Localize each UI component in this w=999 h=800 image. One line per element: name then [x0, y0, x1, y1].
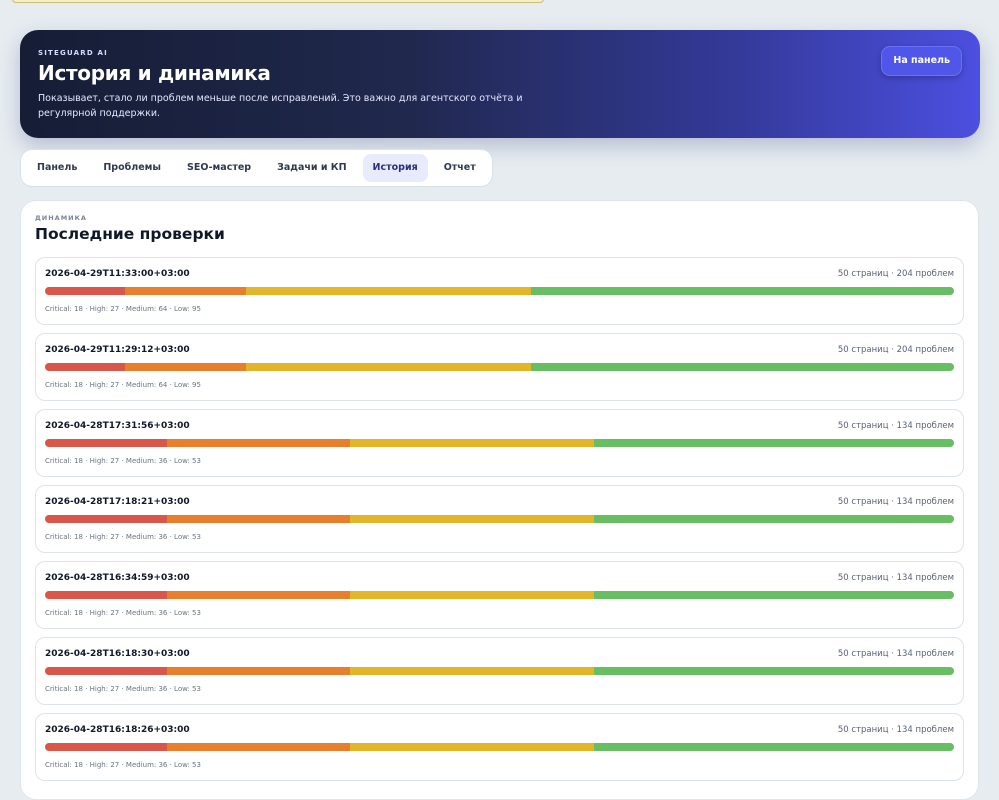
scan-date: 2026-04-29T11:33:00+03:00	[45, 269, 190, 279]
brand-eyebrow: SITEGUARD AI	[38, 49, 108, 57]
scan-summary: 50 страниц · 134 проблем	[837, 573, 954, 583]
scan-header: 2026-04-28T17:31:56+03:00 50 страниц · 13…	[45, 421, 954, 431]
scan-row[interactable]: 2026-04-28T16:18:30+03:00 50 страниц · 13…	[35, 637, 964, 705]
severity-segment-critical	[45, 515, 168, 523]
severity-bar	[45, 667, 954, 675]
scan-summary: 50 страниц · 134 проблем	[837, 649, 954, 659]
section-title: Последние проверки	[35, 225, 225, 243]
section-eyebrow: ДИНАМИКА	[35, 214, 87, 222]
scan-row[interactable]: 2026-04-29T11:29:12+03:00 50 страниц · 20…	[35, 333, 964, 401]
severity-segment-high	[167, 667, 351, 675]
severity-segment-critical	[45, 667, 168, 675]
severity-segment-critical	[45, 439, 168, 447]
severity-segment-high	[125, 287, 246, 295]
severity-segment-low	[530, 363, 954, 371]
severity-segment-critical	[45, 287, 126, 295]
severity-segment-high	[167, 591, 351, 599]
scan-date: 2026-04-29T11:29:12+03:00	[45, 345, 190, 355]
severity-segment-low	[594, 743, 954, 751]
scan-row[interactable]: 2026-04-29T11:33:00+03:00 50 страниц · 20…	[35, 257, 964, 325]
severity-segment-high	[167, 743, 351, 751]
severity-segment-low	[594, 439, 954, 447]
scan-date: 2026-04-28T16:18:30+03:00	[45, 649, 190, 659]
scan-date: 2026-04-28T17:31:56+03:00	[45, 421, 190, 431]
scan-date: 2026-04-28T17:18:21+03:00	[45, 497, 190, 507]
severity-bar	[45, 743, 954, 751]
severity-segment-critical	[45, 363, 126, 371]
top-notice-strip	[12, 0, 544, 3]
severity-counts: Critical: 18 · High: 27 · Medium: 64 · L…	[45, 305, 201, 313]
severity-segment-high	[167, 515, 351, 523]
scan-row[interactable]: 2026-04-28T16:18:26+03:00 50 страниц · 13…	[35, 713, 964, 781]
scan-row[interactable]: 2026-04-28T17:31:56+03:00 50 страниц · 13…	[35, 409, 964, 477]
tab-dashboard[interactable]: Панель	[27, 154, 87, 182]
severity-segment-medium	[350, 591, 595, 599]
tab-seo-wizard[interactable]: SEO-мастер	[177, 154, 261, 182]
page-title: История и динамика	[38, 61, 271, 85]
severity-segment-low	[530, 287, 954, 295]
severity-segment-high	[125, 363, 246, 371]
scan-date: 2026-04-28T16:34:59+03:00	[45, 573, 190, 583]
scan-header: 2026-04-28T17:18:21+03:00 50 страниц · 13…	[45, 497, 954, 507]
severity-bar	[45, 515, 954, 523]
scan-header: 2026-04-28T16:18:30+03:00 50 страниц · 13…	[45, 649, 954, 659]
scan-summary: 50 страниц · 134 проблем	[837, 421, 954, 431]
severity-segment-critical	[45, 591, 168, 599]
scan-header: 2026-04-28T16:34:59+03:00 50 страниц · 13…	[45, 573, 954, 583]
scan-summary: 50 страниц · 134 проблем	[837, 725, 954, 735]
severity-segment-medium	[350, 515, 595, 523]
severity-segment-critical	[45, 743, 168, 751]
tab-bar: Панель Проблемы SEO-мастер Задачи и КП И…	[20, 149, 493, 187]
tab-issues[interactable]: Проблемы	[93, 154, 171, 182]
severity-segment-medium	[245, 287, 531, 295]
severity-counts: Critical: 18 · High: 27 · Medium: 36 · L…	[45, 761, 201, 769]
scan-header: 2026-04-29T11:33:00+03:00 50 страниц · 20…	[45, 269, 954, 279]
severity-segment-medium	[350, 743, 595, 751]
severity-counts: Critical: 18 · High: 27 · Medium: 36 · L…	[45, 457, 201, 465]
tab-history[interactable]: История	[362, 154, 428, 182]
severity-bar	[45, 439, 954, 447]
severity-bar	[45, 363, 954, 371]
severity-segment-medium	[350, 439, 595, 447]
severity-segment-low	[594, 667, 954, 675]
tab-report[interactable]: Отчет	[434, 154, 486, 182]
scan-row[interactable]: 2026-04-28T16:34:59+03:00 50 страниц · 13…	[35, 561, 964, 629]
scan-header: 2026-04-29T11:29:12+03:00 50 страниц · 20…	[45, 345, 954, 355]
severity-counts: Critical: 18 · High: 27 · Medium: 64 · L…	[45, 381, 201, 389]
scan-summary: 50 страниц · 204 проблем	[837, 345, 954, 355]
page-description: Показывает, стало ли проблем меньше посл…	[38, 93, 523, 119]
severity-bar	[45, 287, 954, 295]
severity-segment-low	[594, 515, 954, 523]
severity-counts: Critical: 18 · High: 27 · Medium: 36 · L…	[45, 533, 201, 541]
scan-summary: 50 страниц · 134 проблем	[837, 497, 954, 507]
scan-header: 2026-04-28T16:18:26+03:00 50 страниц · 13…	[45, 725, 954, 735]
scan-row[interactable]: 2026-04-28T17:18:21+03:00 50 страниц · 13…	[35, 485, 964, 553]
severity-bar	[45, 591, 954, 599]
severity-segment-high	[167, 439, 351, 447]
severity-segment-medium	[245, 363, 531, 371]
severity-segment-low	[594, 591, 954, 599]
scan-list: 2026-04-29T11:33:00+03:00 50 страниц · 20…	[35, 257, 964, 781]
severity-counts: Critical: 18 · High: 27 · Medium: 36 · L…	[45, 685, 201, 693]
hero-banner: SITEGUARD AI История и динамика Показыва…	[20, 30, 980, 138]
severity-counts: Critical: 18 · High: 27 · Medium: 36 · L…	[45, 609, 201, 617]
severity-segment-medium	[350, 667, 595, 675]
history-panel: ДИНАМИКА Последние проверки 2026-04-29T1…	[20, 200, 979, 800]
to-dashboard-button[interactable]: На панель	[881, 46, 962, 76]
tab-tasks[interactable]: Задачи и КП	[267, 154, 356, 182]
scan-summary: 50 страниц · 204 проблем	[837, 269, 954, 279]
scan-date: 2026-04-28T16:18:26+03:00	[45, 725, 190, 735]
